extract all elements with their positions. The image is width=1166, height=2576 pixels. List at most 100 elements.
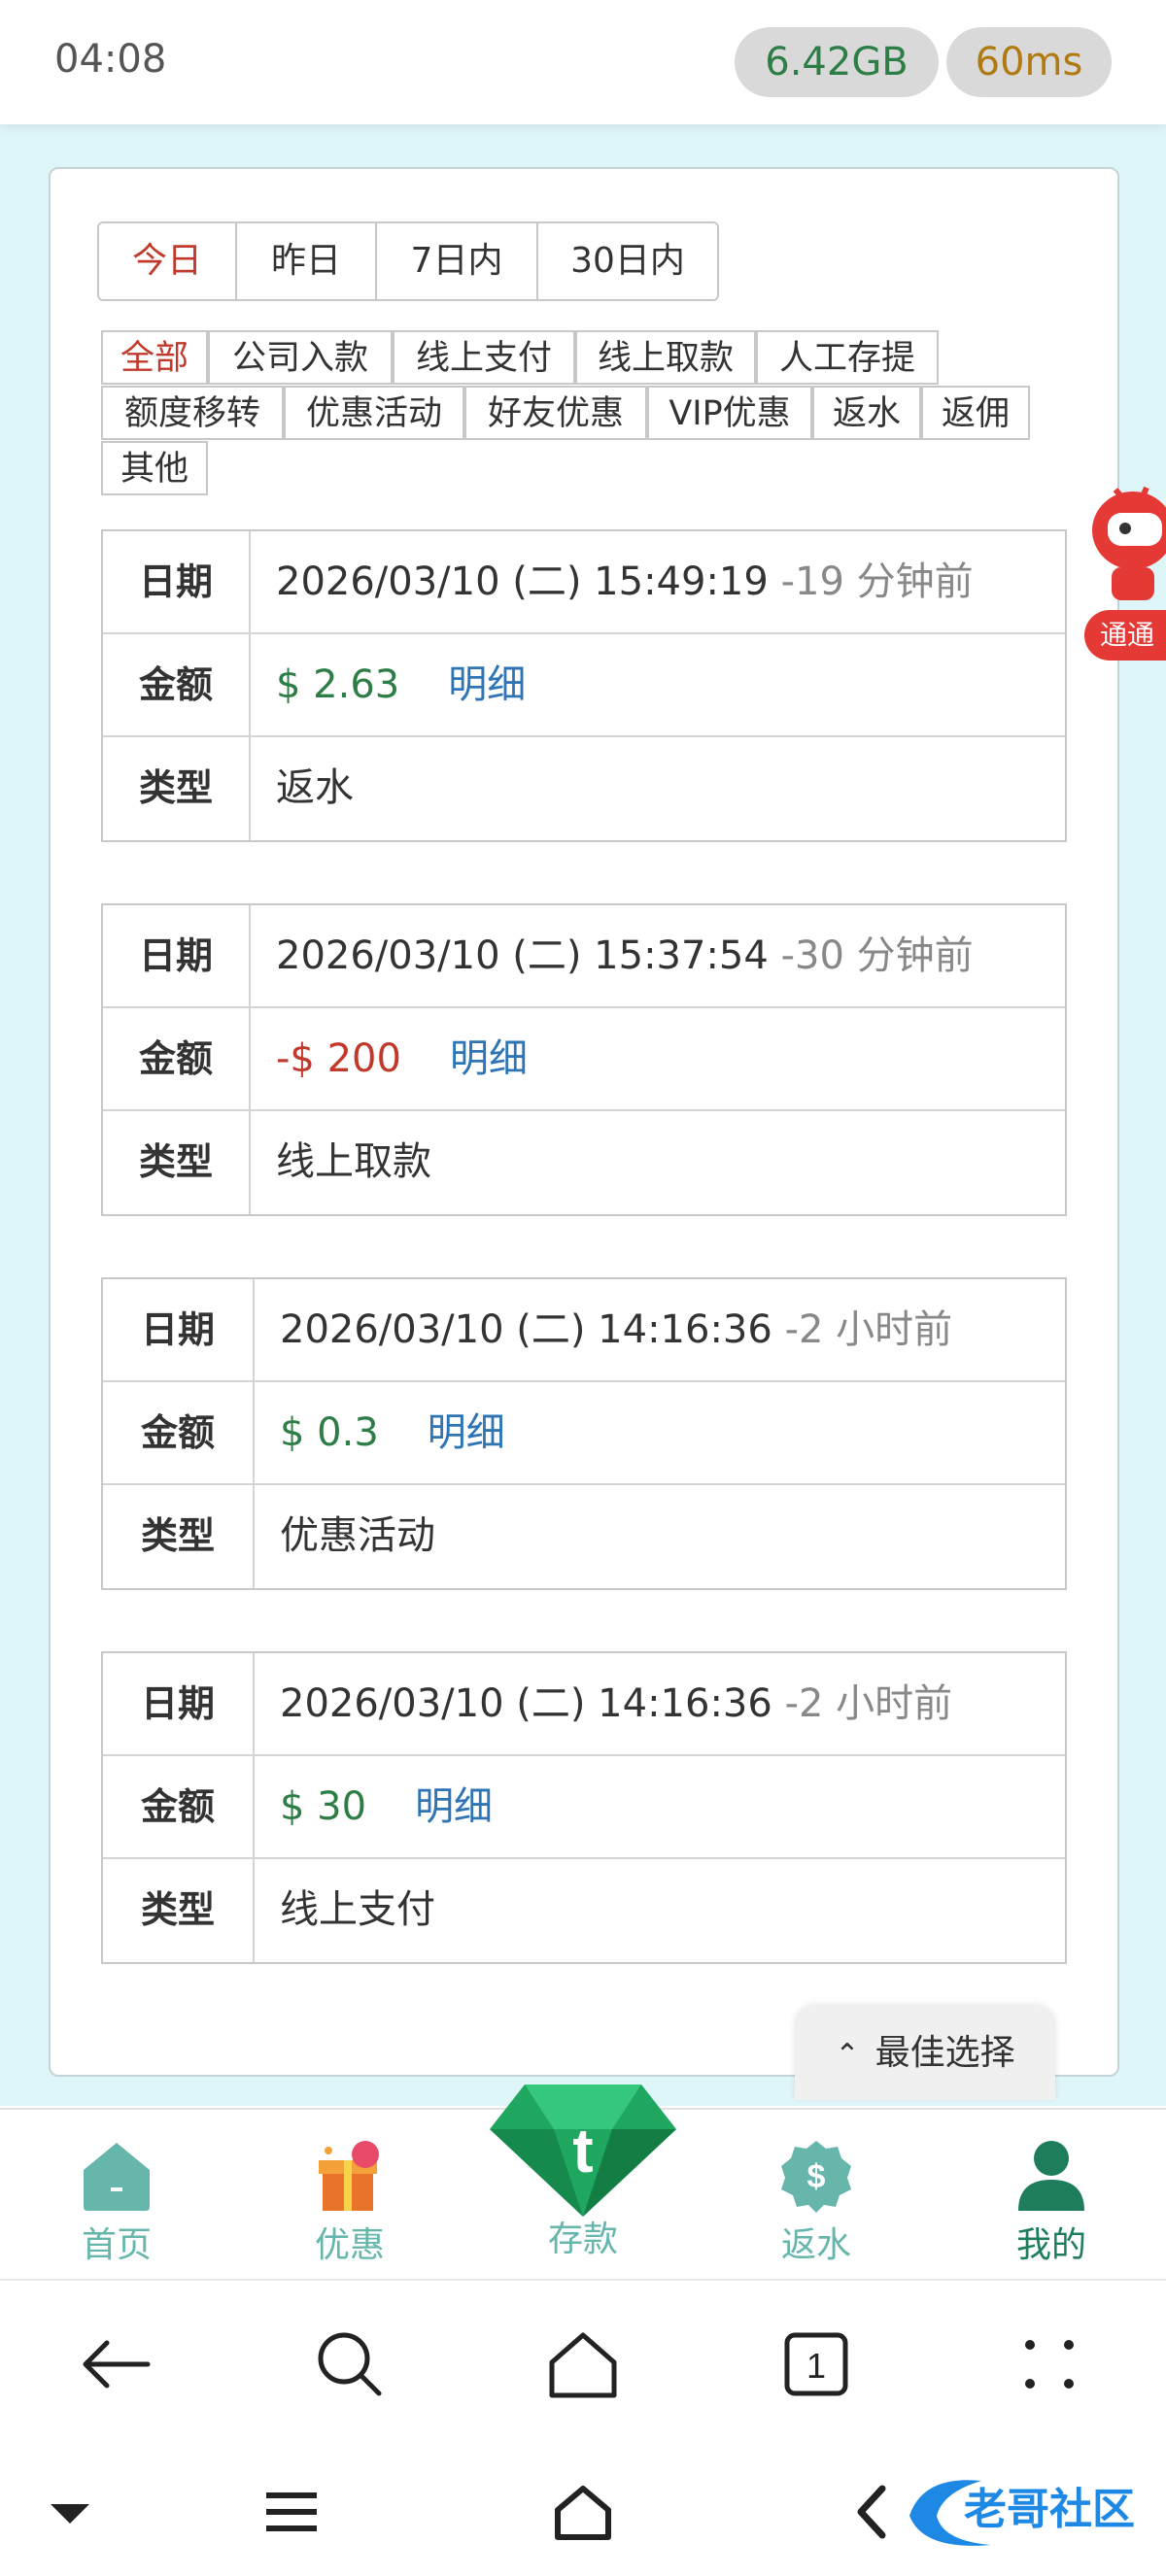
tabs-icon[interactable]: 1 <box>777 2325 855 2403</box>
category-quota-transfer[interactable]: 额度移转 <box>101 386 284 440</box>
bottom-nav: 首页 优惠 t 存款 $ 返水 我的 <box>0 2085 1166 2281</box>
category-online-withdrawal[interactable]: 线上取款 <box>575 330 756 385</box>
date-label: 日期 <box>103 1653 255 1754</box>
record-date-row: 日期 2026/03/10 (二) 14:16:36 -2 小时前 <box>103 1279 1065 1382</box>
best-choice-button[interactable]: ⌃ 最佳选择 <box>795 2007 1055 2100</box>
record-date: 2026/03/10 (二) 15:37:54 <box>276 933 769 978</box>
detail-link[interactable]: 明细 <box>450 1036 528 1081</box>
type-label: 类型 <box>103 1111 251 1214</box>
more-dots-icon[interactable] <box>1011 2325 1088 2403</box>
record-card: 日期 2026/03/10 (二) 14:16:36 -2 小时前 金额 $ 0… <box>101 1277 1067 1590</box>
browser-toolbar: 1 <box>0 2279 1166 2450</box>
record-card: 日期 2026/03/10 (二) 15:49:19 -19 分钟前 金额 $ … <box>101 529 1067 842</box>
category-friend-bonus[interactable]: 好友优惠 <box>464 386 647 440</box>
record-ago: -30 分钟前 <box>780 933 974 978</box>
record-card: 日期 2026/03/10 (二) 14:16:36 -2 小时前 金额 $ 3… <box>101 1651 1067 1964</box>
record-date-row: 日期 2026/03/10 (二) 15:37:54 -30 分钟前 <box>103 905 1065 1008</box>
category-rebate[interactable]: 返水 <box>812 386 921 440</box>
memory-badge: 6.42GB <box>735 27 939 97</box>
amount-label: 金额 <box>103 634 251 735</box>
nav-home[interactable]: 首页 <box>39 2110 194 2281</box>
record-type: 返水 <box>276 765 354 810</box>
system-home-icon[interactable] <box>544 2473 622 2551</box>
category-commission[interactable]: 返佣 <box>921 386 1030 440</box>
robot-tag: 通通 <box>1084 610 1166 661</box>
menu-icon[interactable] <box>253 2473 330 2551</box>
record-type: 线上取款 <box>276 1139 431 1184</box>
record-date: 2026/03/10 (二) 14:16:36 <box>280 1307 772 1352</box>
nav-profile[interactable]: 我的 <box>974 2110 1129 2281</box>
date-label: 日期 <box>103 1279 255 1380</box>
category-promotions[interactable]: 优惠活动 <box>284 386 464 440</box>
category-other[interactable]: 其他 <box>101 441 208 495</box>
type-label: 类型 <box>103 1859 255 1962</box>
svg-text:$: $ <box>807 2158 826 2195</box>
dollar-badge-icon: $ <box>781 2141 851 2213</box>
category-vip-bonus[interactable]: VIP优惠 <box>647 386 812 440</box>
status-bar: 04:08 6.42GB 60ms <box>0 0 1166 124</box>
double-chevron-up-icon: ⌃ <box>835 2038 860 2072</box>
tab-7-days[interactable]: 7日内 <box>377 223 538 299</box>
nav-deposit[interactable]: t 存款 <box>490 2085 676 2281</box>
detail-link[interactable]: 明细 <box>448 662 526 707</box>
type-label: 类型 <box>103 737 251 840</box>
category-manual-deposit-withdraw[interactable]: 人工存提 <box>756 330 939 385</box>
search-icon[interactable] <box>311 2325 389 2403</box>
nav-deposit-label: 存款 <box>547 2220 618 2259</box>
record-ago: -2 小时前 <box>784 1681 953 1726</box>
record-ago: -19 分钟前 <box>780 559 974 604</box>
watermark-logo: 老哥社区 <box>909 2480 1135 2546</box>
date-filter: 今日 昨日 7日内 30日内 <box>97 221 719 301</box>
assistant-robot[interactable]: 通通 <box>1082 470 1166 664</box>
record-amount: $ 0.3 <box>280 1410 379 1455</box>
amount-label: 金额 <box>103 1756 255 1857</box>
nav-rebate[interactable]: $ 返水 <box>738 2110 894 2281</box>
tab-yesterday[interactable]: 昨日 <box>237 223 377 299</box>
svg-text:t: t <box>572 2116 593 2186</box>
record-date-row: 日期 2026/03/10 (二) 15:49:19 -19 分钟前 <box>103 531 1065 634</box>
date-label: 日期 <box>103 905 251 1006</box>
svg-text:1: 1 <box>806 2346 826 2386</box>
category-company-deposit[interactable]: 公司入款 <box>208 330 393 385</box>
record-amount: $ 2.63 <box>276 662 400 707</box>
category-online-payment[interactable]: 线上支付 <box>393 330 575 385</box>
nav-promotions[interactable]: 优惠 <box>272 2110 428 2281</box>
record-date-row: 日期 2026/03/10 (二) 14:16:36 -2 小时前 <box>103 1653 1065 1756</box>
amount-label: 金额 <box>103 1008 251 1109</box>
record-type-row: 类型 线上取款 <box>103 1111 1065 1214</box>
record-type: 线上支付 <box>280 1887 435 1932</box>
tab-today[interactable]: 今日 <box>99 223 237 299</box>
record-amount: $ 30 <box>280 1784 367 1829</box>
nav-profile-label: 我的 <box>1015 2225 1086 2265</box>
back-arrow-icon[interactable] <box>78 2325 155 2403</box>
category-all[interactable]: 全部 <box>101 330 208 385</box>
diamond-icon: t <box>490 2085 676 2217</box>
record-amount-row: 金额 -$ 200 明细 <box>103 1008 1065 1111</box>
record-type-row: 类型 返水 <box>103 737 1065 840</box>
record-type-row: 类型 线上支付 <box>103 1859 1065 1962</box>
record-date: 2026/03/10 (二) 15:49:19 <box>276 559 769 604</box>
best-choice-label: 最佳选择 <box>874 2033 1015 2073</box>
amount-label: 金额 <box>103 1382 255 1483</box>
nav-home-label: 首页 <box>81 2225 152 2265</box>
record-card: 日期 2026/03/10 (二) 15:37:54 -30 分钟前 金额 -$… <box>101 903 1067 1216</box>
record-amount: -$ 200 <box>276 1036 401 1081</box>
nav-rebate-label: 返水 <box>780 2225 851 2265</box>
gift-icon <box>319 2141 379 2211</box>
home-outline-icon[interactable] <box>544 2325 622 2403</box>
system-back-icon[interactable] <box>836 2473 913 2551</box>
collapse-down-icon[interactable] <box>31 2473 109 2551</box>
user-icon <box>1018 2141 1084 2211</box>
tab-30-days[interactable]: 30日内 <box>538 223 717 299</box>
detail-link[interactable]: 明细 <box>415 1784 493 1829</box>
watermark-text: 老哥社区 <box>964 2485 1135 2534</box>
record-ago: -2 小时前 <box>784 1307 953 1352</box>
type-label: 类型 <box>103 1485 255 1588</box>
record-amount-row: 金额 $ 30 明细 <box>103 1756 1065 1859</box>
record-amount-row: 金额 $ 2.63 明细 <box>103 634 1065 737</box>
clock: 04:08 <box>54 37 167 82</box>
ping-badge: 60ms <box>946 27 1112 97</box>
record-date: 2026/03/10 (二) 14:16:36 <box>280 1681 772 1726</box>
record-type: 优惠活动 <box>280 1513 435 1558</box>
detail-link[interactable]: 明细 <box>428 1410 505 1455</box>
